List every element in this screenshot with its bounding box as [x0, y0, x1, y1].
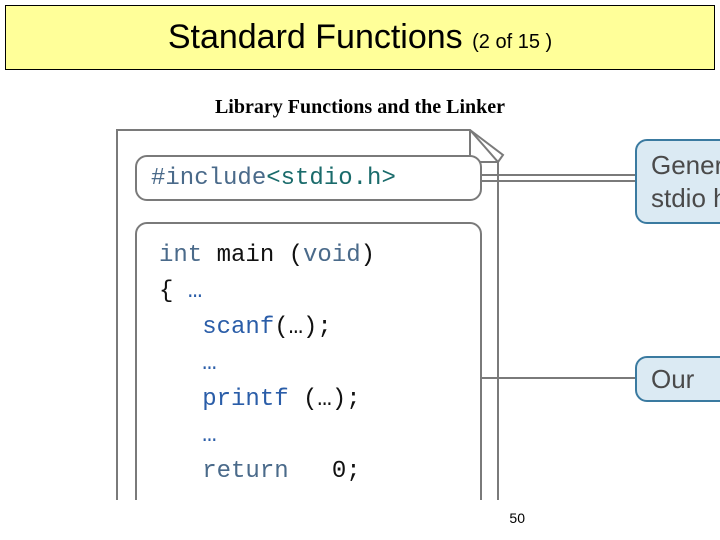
main-code-box: int main (void) { … scanf(…); … printf (… [135, 222, 482, 500]
connector-bottom-line [482, 375, 637, 381]
code-line-3: scanf(…); [159, 310, 470, 346]
code-line-2: { … [159, 274, 470, 310]
title-text: Standard Functions (2 of 15 ) [168, 18, 552, 57]
include-keyword: #include [151, 165, 266, 192]
code-line-4: … [159, 346, 470, 382]
title-main-text: Standard Functions [168, 18, 472, 56]
callout-top-line1: Gener [651, 149, 720, 182]
include-directive-box: #include <stdio.h> [135, 155, 482, 201]
title-banner: Standard Functions (2 of 15 ) [5, 5, 715, 70]
figure-area: #include <stdio.h> int main (void) { … s… [115, 128, 720, 500]
callout-bottom-text: Our [651, 363, 694, 396]
callout-bottom: Our [635, 356, 720, 402]
code-line-5: printf (…); [159, 382, 470, 418]
page-number: 50 [509, 510, 525, 526]
callout-top-line2: stdio h [651, 182, 720, 215]
connector-top-line [482, 173, 637, 185]
code-line-7: return 0; [159, 454, 470, 490]
callout-top: Gener stdio h [635, 139, 720, 224]
subtitle-text: Library Functions and the Linker [0, 96, 720, 119]
document-page: #include <stdio.h> int main (void) { … s… [115, 128, 500, 500]
title-counter-text: (2 of 15 ) [472, 31, 552, 53]
include-header: <stdio.h> [266, 165, 396, 192]
code-line-6: … [159, 418, 470, 454]
code-line-1: int main (void) [159, 238, 470, 274]
